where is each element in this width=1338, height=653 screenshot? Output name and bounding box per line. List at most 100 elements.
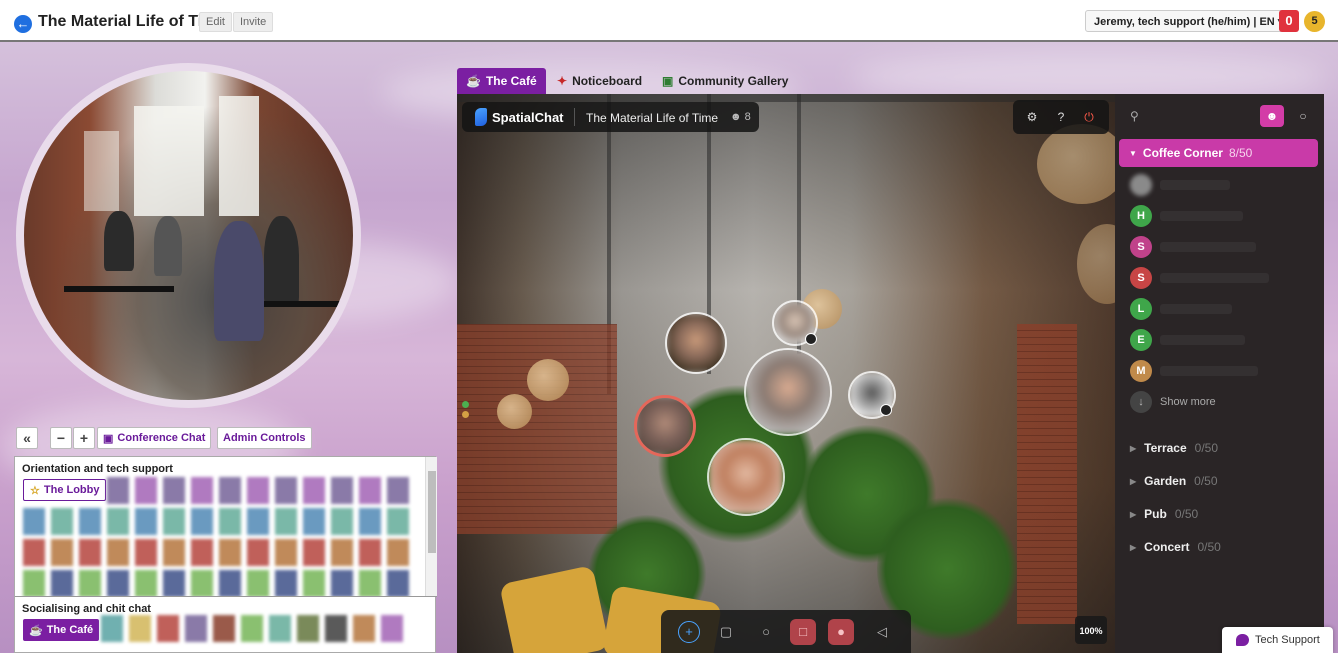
edit-button[interactable]: Edit — [199, 12, 232, 32]
participant-thumbnail[interactable] — [51, 508, 73, 535]
room-item[interactable]: ▶ Terrace 0/50 — [1130, 441, 1218, 455]
participant-thumbnail[interactable] — [359, 508, 381, 535]
megaphone-icon[interactable]: ◁ — [869, 619, 895, 645]
participant-thumbnail[interactable] — [353, 615, 375, 642]
participant-thumbnail[interactable] — [303, 508, 325, 535]
participant-thumbnail[interactable] — [163, 539, 185, 566]
participant-thumbnail[interactable] — [213, 615, 235, 642]
participant-thumbnail[interactable] — [275, 570, 297, 596]
participant-thumbnail[interactable] — [79, 570, 101, 596]
participant-thumbnail[interactable] — [269, 615, 291, 642]
room-button-cafe[interactable]: ☕ The Café — [23, 619, 100, 641]
participant-thumbnail[interactable] — [163, 477, 185, 504]
participant-thumbnail[interactable] — [79, 539, 101, 566]
room-item[interactable]: ▶ Pub 0/50 — [1130, 507, 1198, 521]
participant-thumbnail[interactable] — [331, 477, 353, 504]
participant-thumbnail[interactable] — [163, 508, 185, 535]
participant-avatar[interactable] — [744, 348, 832, 436]
participant-thumbnail[interactable] — [191, 477, 213, 504]
user-avatar[interactable]: H — [1130, 205, 1152, 227]
participant-thumbnail[interactable] — [219, 570, 241, 596]
room-item[interactable]: ▶ Garden 0/50 — [1130, 474, 1218, 488]
participant-thumbnail[interactable] — [23, 539, 45, 566]
participant-thumbnail[interactable] — [107, 477, 129, 504]
participant-thumbnail[interactable] — [219, 508, 241, 535]
user-avatar[interactable] — [1130, 174, 1152, 196]
participant-thumbnail[interactable] — [331, 539, 353, 566]
participant-thumbnail[interactable] — [359, 477, 381, 504]
invite-button[interactable]: Invite — [233, 12, 274, 32]
participant-thumbnail[interactable] — [219, 539, 241, 566]
help-icon[interactable]: ? — [1053, 109, 1069, 125]
user-avatar[interactable]: S — [1130, 236, 1152, 258]
scroll-thumb[interactable] — [428, 471, 436, 553]
tab-community-gallery[interactable]: ▣ Community Gallery — [653, 68, 797, 94]
participant-avatar[interactable] — [707, 438, 785, 516]
participant-thumbnail[interactable] — [135, 570, 157, 596]
participant-thumbnail[interactable] — [107, 539, 129, 566]
zoom-level[interactable]: 100% — [1075, 616, 1107, 644]
conference-chat-button[interactable]: ▣ Conference Chat — [97, 427, 212, 449]
room-button-lobby[interactable]: ☆ The Lobby — [23, 479, 107, 501]
self-avatar[interactable] — [634, 395, 696, 457]
participant-thumbnail[interactable] — [241, 615, 263, 642]
participant-thumbnail[interactable] — [303, 539, 325, 566]
participant-thumbnail[interactable] — [387, 570, 409, 596]
participant-thumbnail[interactable] — [247, 570, 269, 596]
people-tab-icon[interactable]: ☻ — [1260, 105, 1284, 127]
participant-thumbnail[interactable] — [359, 570, 381, 596]
search-icon[interactable]: ⚲ — [1130, 109, 1139, 123]
participant-thumbnail[interactable] — [297, 615, 319, 642]
participant-thumbnail[interactable] — [275, 477, 297, 504]
user-avatar[interactable]: E — [1130, 329, 1152, 351]
notifications-badge[interactable]: 0 — [1279, 10, 1299, 32]
mic-off-icon[interactable]: ● — [828, 619, 854, 645]
participant-thumbnail[interactable] — [303, 477, 325, 504]
participant-thumbnail[interactable] — [387, 477, 409, 504]
participant-thumbnail[interactable] — [325, 615, 347, 642]
participant-thumbnail[interactable] — [129, 615, 151, 642]
camera-off-icon[interactable]: □ — [790, 619, 816, 645]
zoom-in-button[interactable]: + — [73, 427, 95, 449]
participant-thumbnail[interactable] — [303, 570, 325, 596]
participant-thumbnail[interactable] — [247, 539, 269, 566]
participant-thumbnail[interactable] — [387, 539, 409, 566]
participant-thumbnail[interactable] — [387, 508, 409, 535]
room-item[interactable]: ▶ Concert 0/50 — [1130, 540, 1221, 554]
tab-the-cafe[interactable]: ☕ The Café — [457, 68, 546, 94]
zoom-out-button[interactable]: − — [50, 427, 72, 449]
participant-thumbnail[interactable] — [191, 539, 213, 566]
participant-thumbnail[interactable] — [275, 508, 297, 535]
participant-thumbnail[interactable] — [185, 615, 207, 642]
participant-thumbnail[interactable] — [247, 477, 269, 504]
power-icon[interactable]: ⏻ — [1081, 109, 1097, 125]
participant-thumbnail[interactable] — [135, 508, 157, 535]
participant-thumbnail[interactable] — [23, 570, 45, 596]
participant-thumbnail[interactable] — [359, 539, 381, 566]
participant-thumbnail[interactable] — [331, 570, 353, 596]
participant-thumbnail[interactable] — [275, 539, 297, 566]
participant-thumbnail[interactable] — [101, 615, 123, 642]
back-arrow-icon[interactable]: ← — [14, 15, 32, 33]
participant-thumbnail[interactable] — [51, 539, 73, 566]
screen-share-icon[interactable]: ▢ — [713, 619, 739, 645]
participant-thumbnail[interactable] — [191, 570, 213, 596]
chat-bubble-icon[interactable]: ○ — [753, 619, 779, 645]
participant-thumbnail[interactable] — [23, 508, 45, 535]
participant-thumbnail[interactable] — [51, 570, 73, 596]
tab-noticeboard[interactable]: ✦ Noticeboard — [548, 68, 651, 94]
participant-thumbnail[interactable] — [157, 615, 179, 642]
room-item-coffee-corner[interactable]: ▼ Coffee Corner 8/50 — [1119, 139, 1318, 167]
settings-gear-icon[interactable]: ⚙ — [1024, 109, 1040, 125]
chat-tab-icon[interactable]: ○ — [1291, 105, 1315, 127]
points-badge[interactable]: 5 — [1304, 11, 1325, 32]
user-avatar[interactable]: M — [1130, 360, 1152, 382]
participant-avatar[interactable] — [665, 312, 727, 374]
participant-thumbnail[interactable] — [163, 570, 185, 596]
participant-thumbnail[interactable] — [107, 570, 129, 596]
participant-thumbnail[interactable] — [219, 477, 241, 504]
participant-thumbnail[interactable] — [135, 539, 157, 566]
scrollbar[interactable] — [425, 457, 437, 596]
add-content-icon[interactable]: + — [678, 621, 700, 643]
show-more-button[interactable]: ↓ Show more — [1130, 391, 1216, 413]
